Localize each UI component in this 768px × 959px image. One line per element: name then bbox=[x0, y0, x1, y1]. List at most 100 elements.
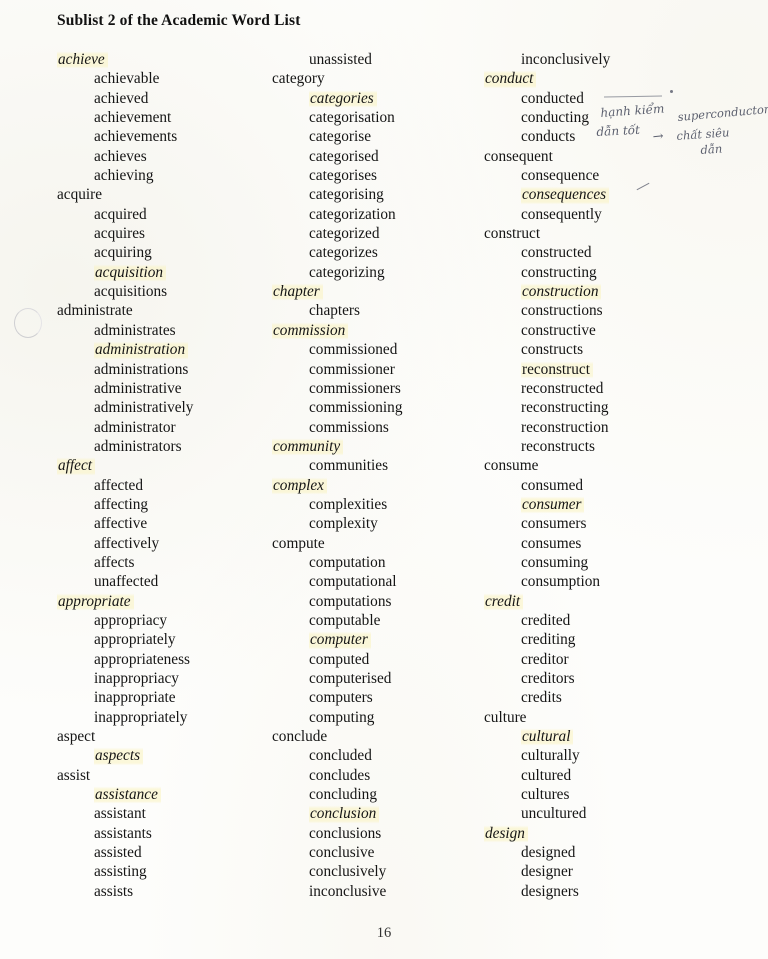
derivative-entry: consequence bbox=[521, 167, 600, 185]
headword-entry: administrate bbox=[57, 302, 133, 320]
handwritten-arrow-icon: → bbox=[652, 128, 665, 145]
derivative-entry: credited bbox=[521, 611, 571, 629]
derivative-entry: concluded bbox=[309, 747, 372, 765]
derivative-entry: conducts bbox=[521, 128, 576, 146]
derivative-entry: chapters bbox=[309, 302, 360, 320]
headword-entry: affect bbox=[57, 456, 95, 476]
hole-punch-mark bbox=[14, 308, 42, 338]
derivative-entry: reconstructed bbox=[521, 379, 604, 397]
headword-entry: complex bbox=[272, 475, 327, 495]
headword-entry: credit bbox=[484, 591, 524, 611]
derivative-entry: administrates bbox=[94, 321, 176, 339]
derivative-entry: commissioner bbox=[309, 360, 395, 378]
handwriting-dot bbox=[670, 90, 673, 93]
derivative-entry: assistance bbox=[94, 785, 161, 805]
derivative-entry: consequently bbox=[521, 205, 602, 223]
derivative-entry: categorises bbox=[309, 167, 377, 185]
derivative-entry: categorizing bbox=[309, 263, 385, 281]
derivative-entry: designed bbox=[521, 844, 576, 862]
derivative-entry: categorizes bbox=[309, 244, 378, 262]
derivative-entry: categories bbox=[309, 88, 377, 109]
derivative-entry: appropriateness bbox=[94, 650, 190, 668]
derivative-entry: consequences bbox=[521, 185, 610, 205]
derivative-entry: acquired bbox=[94, 205, 147, 223]
derivative-entry: constructions bbox=[521, 302, 603, 320]
derivative-entry: affectively bbox=[94, 534, 160, 552]
derivative-entry: creditor bbox=[521, 650, 569, 668]
derivative-entry: communities bbox=[309, 457, 389, 475]
derivative-entry: affects bbox=[94, 553, 135, 571]
derivative-entry: consumers bbox=[521, 515, 587, 533]
derivative-entry: administrator bbox=[94, 418, 176, 436]
derivative-entry: concluding bbox=[309, 786, 377, 804]
headword-entry: conduct bbox=[484, 69, 537, 89]
headword-entry: compute bbox=[272, 534, 325, 552]
derivative-entry: computing bbox=[309, 708, 375, 726]
derivative-entry: acquiring bbox=[94, 244, 152, 262]
headword-entry: culture bbox=[484, 708, 527, 726]
derivative-entry: categorising bbox=[309, 186, 384, 204]
derivative-entry: achievable bbox=[94, 70, 160, 88]
derivative-entry: computations bbox=[309, 592, 392, 610]
derivative-entry: administration bbox=[94, 340, 189, 360]
derivative-entry: administrative bbox=[94, 379, 182, 397]
derivative-entry: commissioners bbox=[309, 379, 401, 397]
headword-entry: acquire bbox=[57, 186, 103, 204]
derivative-entry: conducted bbox=[521, 89, 584, 107]
derivative-entry: achieves bbox=[94, 147, 147, 165]
derivative-entry: categorised bbox=[309, 147, 379, 165]
derivative-entry: uncultured bbox=[521, 805, 587, 823]
derivative-entry: constructing bbox=[521, 263, 597, 281]
derivative-entry: inconclusive bbox=[309, 882, 387, 900]
headword-entry: construct bbox=[484, 225, 541, 243]
derivative-entry: consumption bbox=[521, 573, 601, 591]
headword-entry: assist bbox=[57, 766, 91, 784]
derivative-entry: inappropriacy bbox=[94, 670, 179, 687]
derivative-entry: conclusion bbox=[309, 804, 380, 824]
derivative-entry: administrators bbox=[94, 437, 182, 455]
word-column-3: inconclusively conduct conducted conducting… bbox=[484, 50, 704, 901]
derivative-entry: inconclusively bbox=[521, 51, 611, 68]
headword-entry: conclude bbox=[272, 728, 328, 746]
derivative-entry: categorise bbox=[309, 128, 372, 146]
derivative-entry: conducting bbox=[521, 109, 589, 127]
derivative-entry: credits bbox=[521, 689, 562, 707]
derivative-entry: achieved bbox=[94, 89, 149, 107]
derivative-entry: unassisted bbox=[309, 51, 372, 68]
headword-entry: consequent bbox=[484, 147, 553, 165]
headword-entry: achieve bbox=[57, 50, 108, 70]
derivative-entry: categorized bbox=[309, 225, 380, 243]
handwritten-note-line-5: dẫn bbox=[700, 141, 723, 157]
derivative-entry: appropriacy bbox=[94, 611, 168, 629]
headword-entry: category bbox=[272, 70, 325, 88]
derivative-entry: commissioned bbox=[309, 341, 398, 359]
derivative-entry: unaffected bbox=[94, 573, 159, 591]
derivative-entry: complexities bbox=[309, 495, 388, 513]
derivative-entry: affected bbox=[94, 476, 143, 494]
headword-entry: community bbox=[272, 436, 344, 457]
derivative-entry: constructed bbox=[521, 244, 592, 262]
derivative-entry: consuming bbox=[521, 553, 589, 571]
derivative-entry: computer bbox=[309, 630, 371, 650]
derivative-entry: conclusive bbox=[309, 844, 375, 862]
derivative-entry: categorization bbox=[309, 205, 396, 223]
derivative-entry: assistant bbox=[94, 805, 146, 823]
headword-entry: consume bbox=[484, 457, 539, 475]
derivative-entry: acquires bbox=[94, 225, 145, 243]
derivative-entry: categorisation bbox=[309, 109, 395, 127]
headword-entry: appropriate bbox=[57, 591, 134, 611]
derivative-entry: achievements bbox=[94, 128, 178, 146]
derivative-entry: consumed bbox=[521, 476, 584, 494]
derivative-entry: aspects bbox=[94, 746, 144, 766]
derivative-entry: computable bbox=[309, 611, 381, 629]
derivative-entry: commissioning bbox=[309, 399, 403, 417]
derivative-entry: conclusions bbox=[309, 824, 382, 842]
derivative-entry: reconstructs bbox=[521, 437, 595, 455]
derivative-entry: crediting bbox=[521, 631, 576, 649]
derivative-entry: assisting bbox=[94, 863, 147, 881]
derivative-entry: constructive bbox=[521, 321, 596, 339]
derivative-entry: complexity bbox=[309, 515, 378, 533]
derivative-entry: reconstruction bbox=[521, 418, 609, 436]
derivative-entry: construction bbox=[521, 282, 602, 302]
derivative-entry: inappropriate bbox=[94, 689, 176, 707]
